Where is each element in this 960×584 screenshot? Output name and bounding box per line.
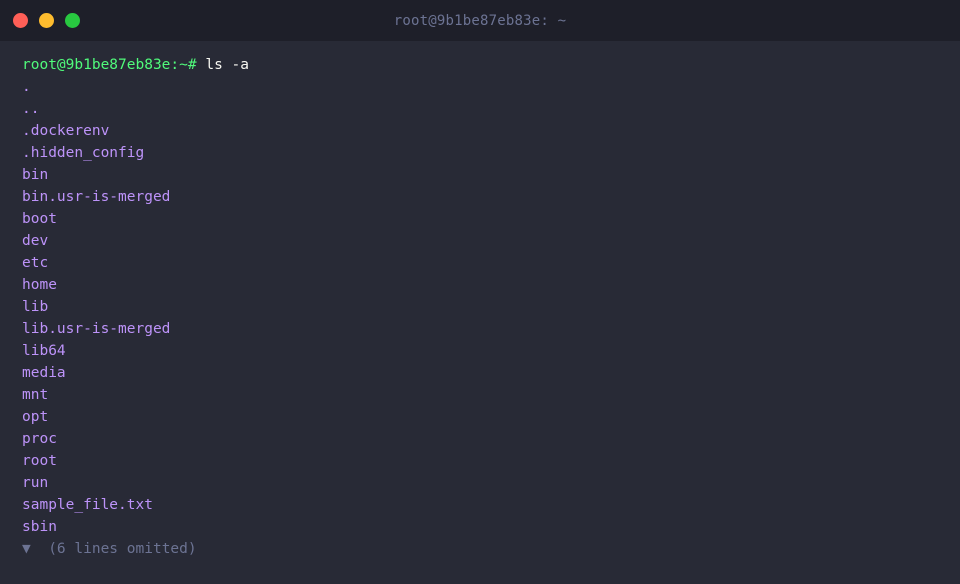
directory-entry: dev xyxy=(22,233,49,249)
directory-entry: opt xyxy=(22,409,49,425)
title-bar: root@9b1be87eb83e: ~ xyxy=(0,0,960,41)
window-controls xyxy=(13,13,80,28)
window-title: root@9b1be87eb83e: ~ xyxy=(393,12,567,29)
omitted-lines-toggle[interactable]: ▼ (6 lines omitted) xyxy=(22,538,938,560)
maximize-button[interactable] xyxy=(65,13,80,28)
directory-entry: home xyxy=(22,277,57,293)
chevron-down-icon: ▼ xyxy=(22,541,31,557)
directory-entry: proc xyxy=(22,431,57,447)
directory-entry: run xyxy=(22,475,49,491)
directory-entry: etc xyxy=(22,255,49,271)
directory-entry: lib xyxy=(22,299,49,315)
directory-entry: bin.usr-is-merged xyxy=(22,189,171,205)
directory-entry: .hidden_config xyxy=(22,145,145,161)
directory-entry: mnt xyxy=(22,387,49,403)
directory-entry: sample_file.txt xyxy=(22,497,153,513)
command-text: ls -a xyxy=(205,57,249,73)
directory-entry: boot xyxy=(22,211,57,227)
terminal-output[interactable]: root@9b1be87eb83e:~# ls -a ... .dockerenv… xyxy=(0,41,960,560)
directory-entry: . xyxy=(22,79,31,95)
minimize-button[interactable] xyxy=(39,13,54,28)
directory-entry: sbin xyxy=(22,519,57,535)
directory-entry: .. xyxy=(22,101,40,117)
directory-entry: .dockerenv xyxy=(22,123,110,139)
directory-entry: root xyxy=(22,453,57,469)
directory-entry: media xyxy=(22,365,66,381)
directory-entry: lib.usr-is-merged xyxy=(22,321,171,337)
terminal-window: root@9b1be87eb83e: ~ root@9b1be87eb83e:~… xyxy=(0,0,960,584)
directory-entry: lib64 xyxy=(22,343,66,359)
shell-prompt: root@9b1be87eb83e:~# xyxy=(22,57,197,73)
directory-entry: bin xyxy=(22,167,49,183)
close-button[interactable] xyxy=(13,13,28,28)
directory-listing: ... .dockerenv .hidden_configbin bin.usr-is… xyxy=(22,76,938,538)
omitted-lines-label: (6 lines omitted) xyxy=(48,541,197,557)
command-line: root@9b1be87eb83e:~# ls -a xyxy=(22,54,938,76)
